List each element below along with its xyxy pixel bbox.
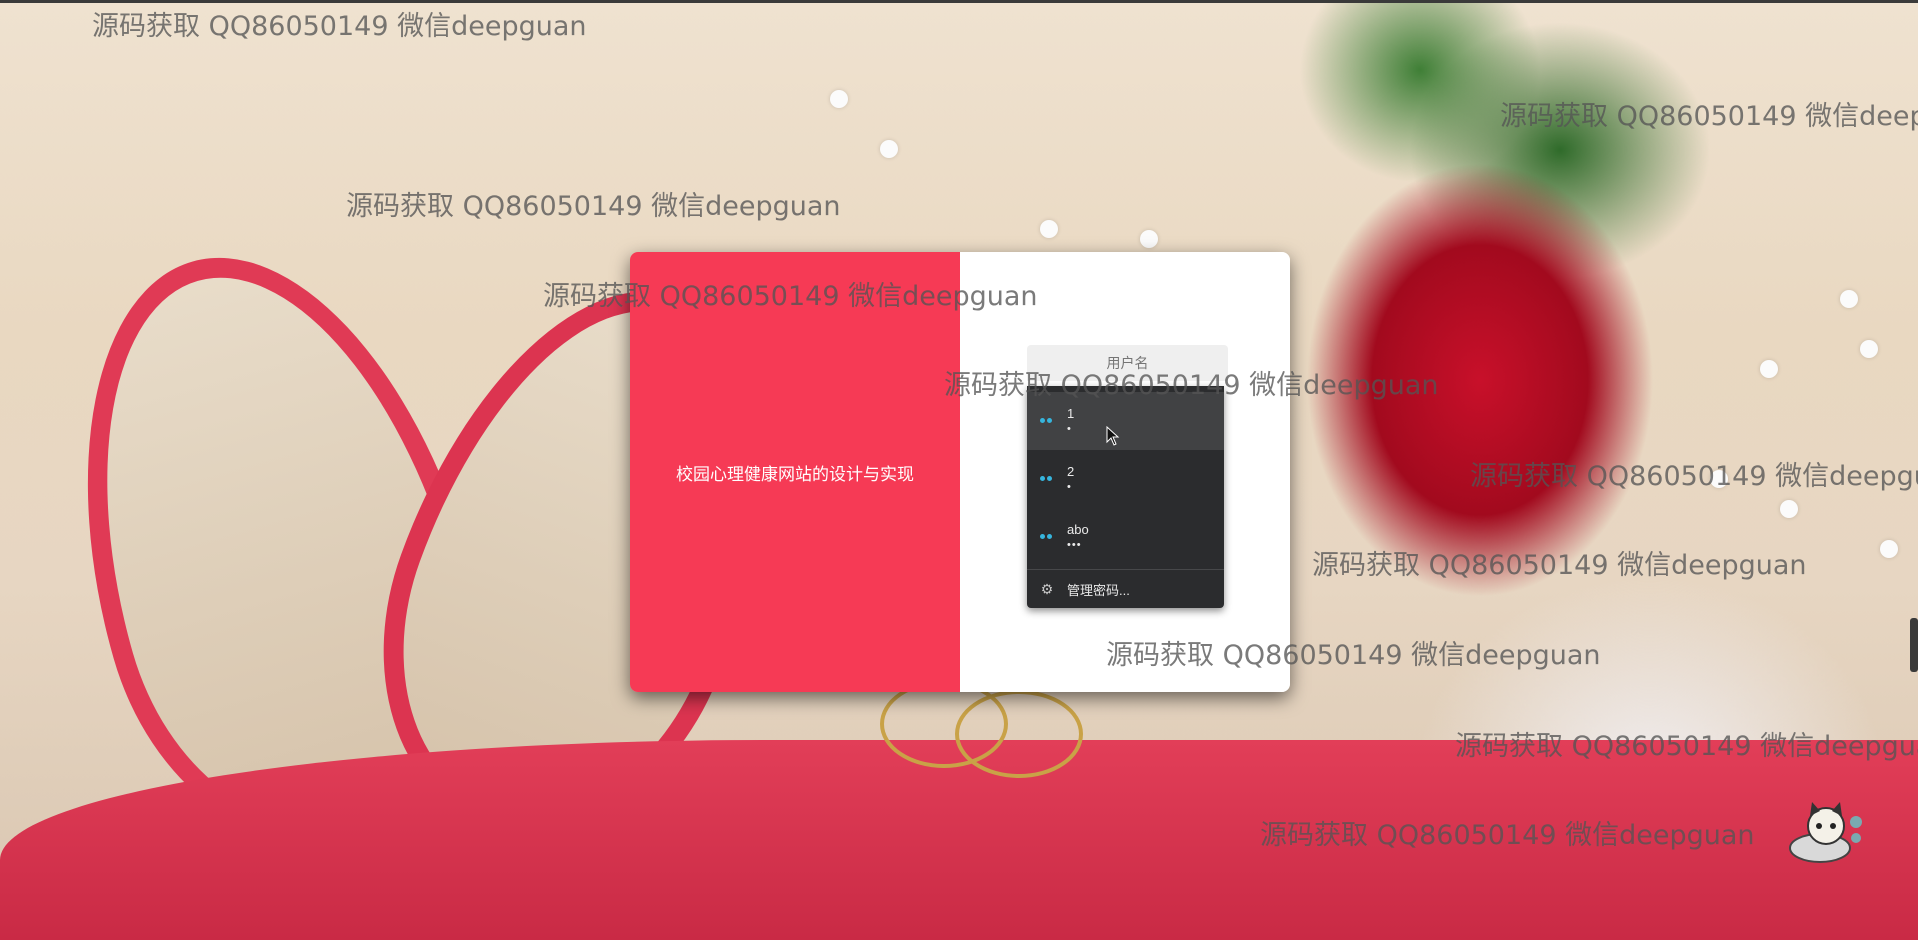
top-border <box>0 0 1918 3</box>
watermark-text: 源码获取 QQ86050149 微信deepguan <box>1312 550 1807 581</box>
mouse-cursor-icon <box>1106 426 1120 446</box>
gear-icon: ⚙ <box>1040 581 1054 597</box>
flower-decoration <box>1040 220 1058 238</box>
watermark-text: 源码获取 QQ86050149 微信deepguan <box>346 191 841 222</box>
autofill-item[interactable]: 2 • <box>1027 450 1224 508</box>
flower-decoration <box>1860 340 1878 358</box>
flower-decoration <box>1780 500 1798 518</box>
autofill-item[interactable]: abo ••• <box>1027 508 1224 566</box>
username-input[interactable] <box>1027 345 1228 381</box>
autofill-username: 1 <box>1067 406 1075 421</box>
autofill-password-mask: • <box>1067 481 1072 493</box>
flower-decoration <box>830 90 848 108</box>
key-icon <box>1040 418 1054 424</box>
autofill-password-mask: ••• <box>1067 539 1082 551</box>
flower-decoration <box>1880 540 1898 558</box>
login-card-banner: 校园心理健康网站的设计与实现 <box>630 252 960 692</box>
watermark-text: 源码获取 QQ86050149 微信deepguan <box>92 11 587 42</box>
key-icon <box>1040 534 1054 540</box>
ring-decoration <box>955 690 1083 778</box>
watermark-text: 源码获取 QQ86050149 微信deepguan <box>1470 461 1918 492</box>
flower-decoration <box>880 140 898 158</box>
flower-decoration <box>1760 360 1778 378</box>
flower-decoration <box>1840 290 1858 308</box>
autofill-username: abo <box>1067 522 1089 537</box>
password-autofill-dropdown: 1 • 2 • abo ••• ⚙ 管理密码... <box>1027 386 1224 608</box>
autofill-password-mask: • <box>1067 423 1072 435</box>
autofill-item[interactable]: 1 • <box>1027 392 1224 450</box>
autofill-username: 2 <box>1067 464 1075 479</box>
flower-decoration <box>1140 230 1158 248</box>
book-edge-decoration <box>0 740 1918 940</box>
manage-passwords-button[interactable]: ⚙ 管理密码... <box>1027 570 1224 608</box>
flower-decoration <box>1710 470 1728 488</box>
site-title: 校园心理健康网站的设计与实现 <box>676 464 914 485</box>
manage-passwords-label: 管理密码... <box>1067 582 1130 598</box>
key-icon <box>1040 476 1054 482</box>
watermark-text: 源码获取 QQ86050149 微信deepguan <box>1500 101 1918 132</box>
cat-mascot-icon[interactable] <box>1786 802 1866 866</box>
side-scroll-handle[interactable] <box>1910 618 1918 672</box>
